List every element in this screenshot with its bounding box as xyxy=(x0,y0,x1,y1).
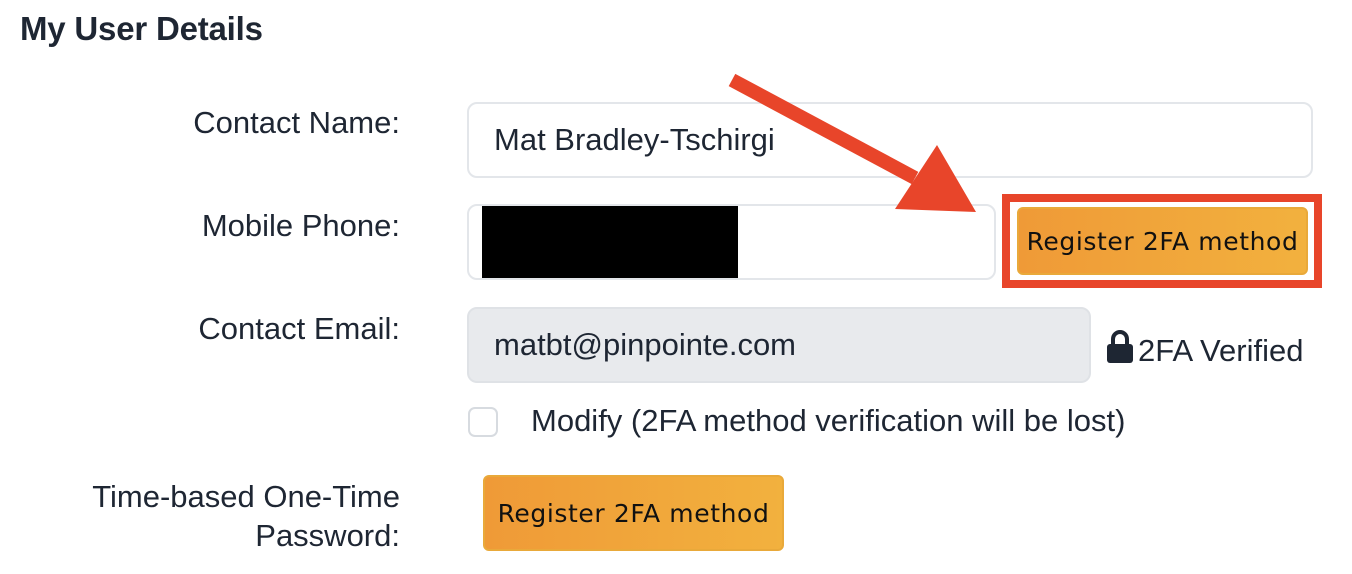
lock-icon xyxy=(1106,330,1134,372)
modify-checkbox-label: Modify (2FA method verification will be … xyxy=(531,403,1126,438)
annotation-highlight-box xyxy=(1002,194,1322,288)
page-title: My User Details xyxy=(20,10,263,47)
2fa-verified-text: 2FA Verified xyxy=(1138,333,1304,368)
modify-checkbox[interactable] xyxy=(468,407,498,437)
mobile-phone-label: Mobile Phone: xyxy=(201,208,400,243)
2fa-verified-status: 2FA Verified xyxy=(1106,330,1303,372)
register-2fa-totp-button[interactable]: Register 2FA method xyxy=(483,475,784,551)
user-details-page: My User Details Contact Name: Mobile Pho… xyxy=(0,0,1352,574)
contact-email-label: Contact Email: xyxy=(198,311,400,346)
contact-name-label: Contact Name: xyxy=(193,105,400,140)
redaction-block xyxy=(482,206,738,278)
totp-label-line2: Password: xyxy=(255,518,400,553)
totp-label-line1: Time-based One-Time xyxy=(92,479,400,514)
contact-name-input[interactable] xyxy=(467,102,1313,178)
contact-email-input xyxy=(467,307,1091,383)
